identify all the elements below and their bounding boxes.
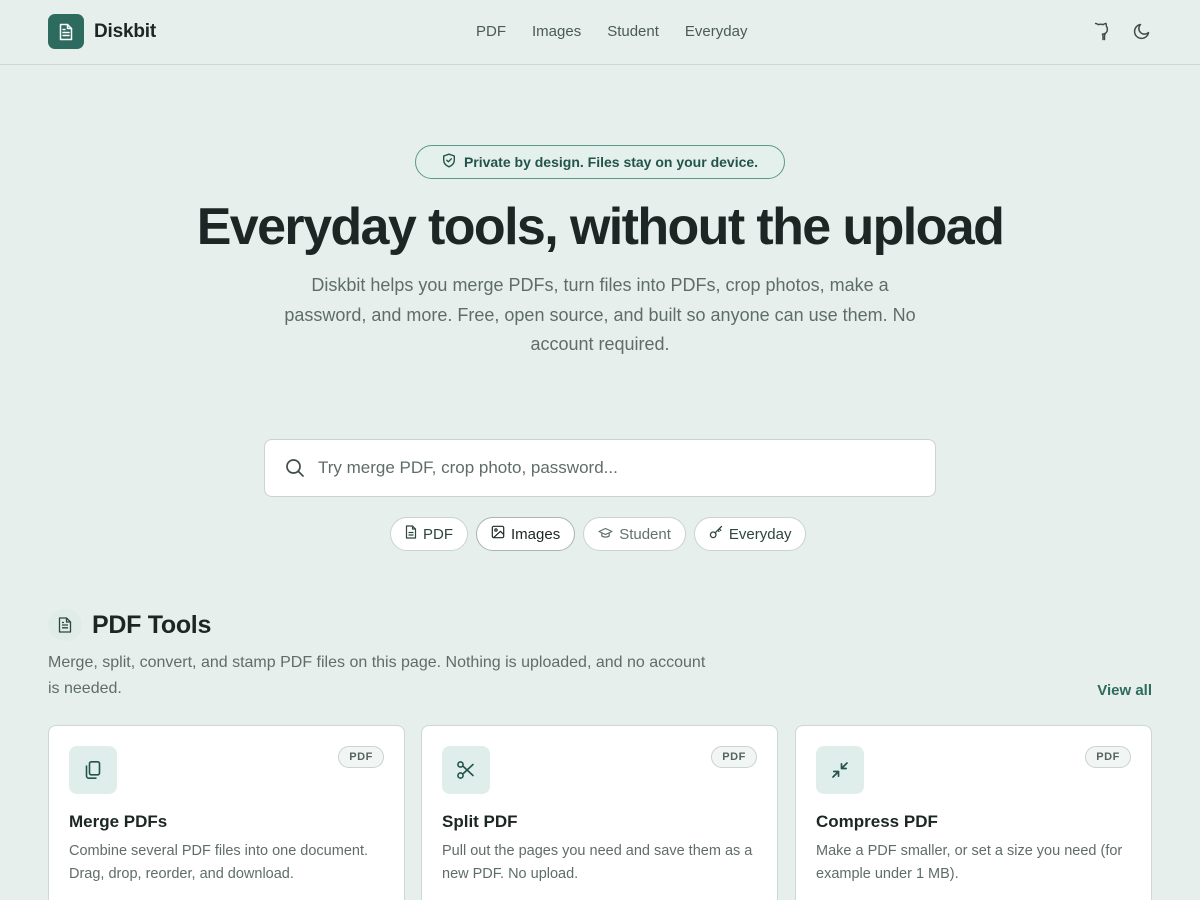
nav-link-student[interactable]: Student — [607, 22, 659, 42]
nav-link-images[interactable]: Images — [532, 22, 581, 42]
card-title: Split PDF — [442, 812, 518, 831]
logo-document-icon — [48, 14, 84, 49]
tool-card-merge[interactable]: PDF Merge PDFs Combine several PDF files… — [48, 725, 405, 900]
scissors-icon — [442, 746, 490, 794]
shield-check-icon — [442, 153, 456, 171]
card-title: Merge PDFs — [69, 812, 168, 831]
header-actions — [1092, 20, 1152, 42]
site-header: Diskbit PDF Images Student Everyday — [0, 0, 1200, 65]
search-icon — [285, 458, 305, 478]
card-description: Combine several PDF files into one docum… — [69, 843, 369, 882]
category-chips: PDF Images Student Everyday — [390, 517, 807, 551]
card-description: Make a PDF smaller, or set a size you ne… — [816, 843, 1123, 882]
compress-icon — [816, 746, 864, 794]
search-input[interactable] — [318, 458, 898, 478]
moon-icon[interactable] — [1132, 20, 1152, 42]
section-title: PDF Tools — [92, 611, 212, 639]
chip-pdf-label: PDF — [423, 525, 453, 543]
chip-everyday[interactable]: Everyday — [693, 517, 807, 551]
card-badge: PDF — [338, 746, 384, 768]
document-icon — [405, 525, 417, 543]
tool-search — [264, 439, 936, 497]
graduation-cap-icon — [598, 526, 613, 543]
hero-title: Everyday tools, without the upload — [196, 198, 1005, 256]
section-description: Merge, split, convert, and stamp PDF fil… — [48, 654, 706, 697]
nav-link-everyday[interactable]: Everyday — [685, 22, 748, 42]
chip-student-label: Student — [619, 525, 671, 543]
brand-name: Diskbit — [94, 20, 156, 42]
view-all-link[interactable]: View all — [1097, 682, 1152, 699]
card-badge: PDF — [1085, 746, 1131, 768]
pdf-section-icon — [48, 609, 82, 641]
chip-images-label: Images — [511, 525, 561, 543]
tool-card-compress[interactable]: PDF Compress PDF Make a PDF smaller, or … — [795, 725, 1152, 900]
card-badge: PDF — [711, 746, 757, 768]
tool-card-split[interactable]: PDF Split PDF Pull out the pages you nee… — [421, 725, 778, 900]
card-title: Compress PDF — [816, 812, 938, 831]
chip-pdf[interactable]: PDF — [390, 517, 468, 551]
main-nav: PDF Images Student Everyday — [476, 22, 773, 42]
privacy-badge: Private by design. Files stay on your de… — [415, 145, 785, 179]
github-icon[interactable] — [1092, 20, 1112, 42]
image-icon — [491, 525, 505, 543]
chip-everyday-label: Everyday — [728, 525, 792, 543]
merge-icon — [69, 746, 117, 794]
key-icon — [709, 525, 723, 543]
chip-images[interactable]: Images — [476, 517, 576, 551]
nav-link-pdf[interactable]: PDF — [476, 22, 506, 42]
privacy-badge-text: Private by design. Files stay on your de… — [463, 154, 759, 170]
logo[interactable]: Diskbit — [48, 14, 156, 49]
hero-subtitle: Diskbit helps you merge PDFs, turn files… — [284, 275, 916, 354]
card-description: Pull out the pages you need and save the… — [442, 843, 753, 882]
chip-student[interactable]: Student — [583, 517, 686, 551]
